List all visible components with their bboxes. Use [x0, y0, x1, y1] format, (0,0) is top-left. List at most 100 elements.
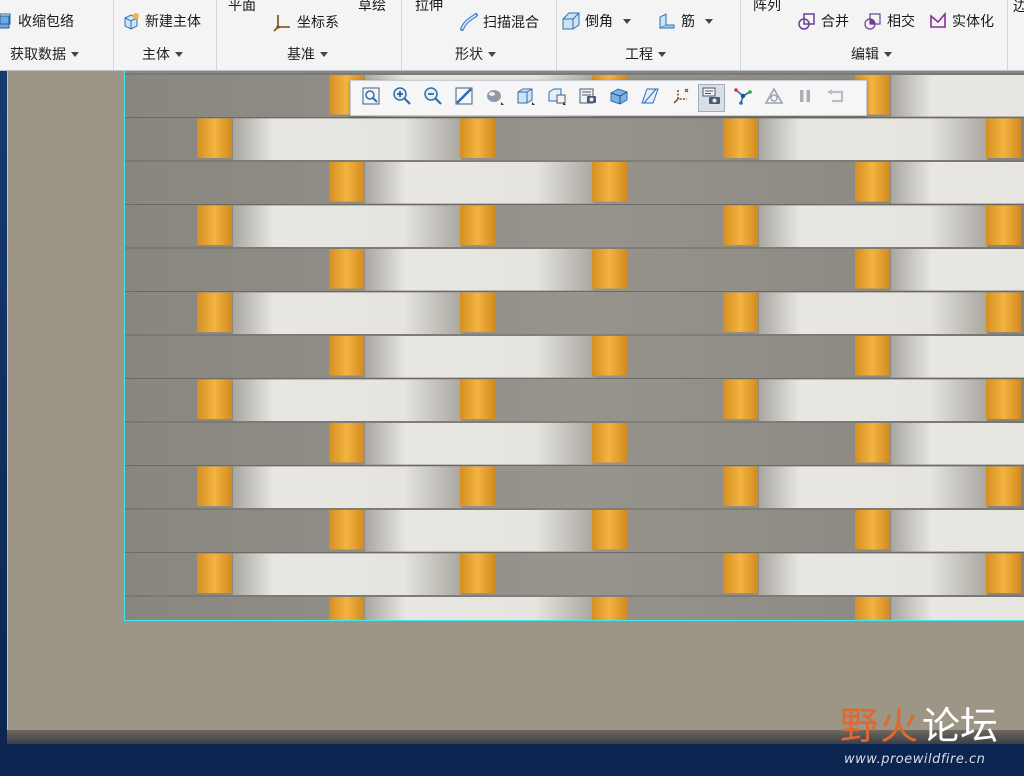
swept-blend-label: 扫描混合: [483, 15, 539, 31]
warp-band: [460, 292, 495, 332]
group-label-body[interactable]: 主体: [142, 44, 183, 64]
csys-display-icon: [671, 86, 691, 110]
model-frame: [7, 71, 1024, 730]
rib-label: 筋: [681, 14, 695, 30]
group-datum: 平面 坐标系 草绘 基准: [217, 0, 401, 70]
plane-button[interactable]: 平面: [228, 0, 256, 15]
group-label-engineering[interactable]: 工程: [625, 44, 666, 64]
rib-icon: [657, 11, 677, 31]
warp-band: [329, 249, 364, 289]
extrude-button[interactable]: 拉伸: [415, 0, 443, 15]
regenerate-button[interactable]: [822, 84, 849, 112]
annotation-display-icon: [701, 86, 723, 110]
sketch-button[interactable]: 草绘: [358, 0, 386, 15]
warp-band: [197, 553, 232, 593]
warp-band: [723, 205, 758, 245]
light-strand: [891, 597, 1024, 620]
light-strand: [233, 553, 461, 595]
pause-icon: [795, 86, 815, 110]
intersect-button[interactable]: 相交: [863, 9, 915, 33]
pattern-button[interactable]: 阵列: [753, 0, 781, 15]
plane-display-button[interactable]: [636, 84, 663, 112]
merge-button[interactable]: 合并: [797, 9, 849, 33]
new-body-label: 新建主体: [145, 14, 201, 30]
annotation-display-button[interactable]: [698, 84, 725, 112]
swept-blend-button[interactable]: 扫描混合: [459, 10, 539, 34]
zoom-out-icon: [423, 86, 443, 110]
chevron-down-icon: [320, 52, 328, 57]
plane-display-icon: [640, 86, 660, 110]
new-body-icon: [121, 11, 141, 31]
intersect-icon: [863, 11, 883, 31]
pause-button[interactable]: [791, 84, 818, 112]
chevron-down-icon[interactable]: [705, 18, 713, 24]
group-label-get-data[interactable]: 获取数据: [10, 44, 79, 64]
new-body-button[interactable]: 新建主体: [121, 9, 201, 33]
warp-band: [723, 553, 758, 593]
warp-band: [329, 162, 364, 202]
warp-band: [855, 597, 890, 620]
refit-button[interactable]: [357, 84, 384, 112]
light-strand: [759, 379, 987, 421]
woven-model[interactable]: [124, 71, 1024, 621]
warp-band: [592, 162, 627, 202]
light-strand: [365, 249, 593, 291]
light-strand: [365, 336, 593, 378]
light-strand: [365, 597, 593, 620]
perspective-icon: [484, 86, 506, 110]
section-button[interactable]: [605, 84, 632, 112]
merge-icon: [797, 11, 817, 31]
warp-band: [460, 118, 495, 158]
rib-button[interactable]: 筋: [657, 9, 713, 33]
ribbon-toolbar: 收缩包络 获取数据 新建主体 主体 平面 坐标系 草绘 基准 拉伸 扫描混合 形…: [0, 0, 1024, 71]
surfaces-group-cut[interactable]: 边: [1013, 0, 1024, 16]
zoom-out-button[interactable]: [419, 84, 446, 112]
group-engineering: 倒角 筋 工程: [557, 0, 740, 70]
graphics-window[interactable]: 野火 论坛 www.proewildfire.cn: [0, 71, 1024, 776]
coordinate-system-button[interactable]: 坐标系: [273, 10, 339, 34]
warp-band: [986, 205, 1021, 245]
spin-center-icon: [733, 86, 753, 110]
warp-band: [592, 249, 627, 289]
datum-display-button[interactable]: [760, 84, 787, 112]
datum-display-icon: [764, 86, 784, 110]
zoom-in-button[interactable]: [388, 84, 415, 112]
chevron-down-icon[interactable]: [623, 18, 631, 24]
warp-band: [329, 336, 364, 376]
warp-band: [592, 336, 627, 376]
group-label-text: 获取数据: [10, 47, 66, 63]
spin-center-button[interactable]: [729, 84, 756, 112]
light-strand: [759, 292, 987, 334]
view-manager-button[interactable]: [574, 84, 601, 112]
graphics-toolbar: [350, 80, 867, 116]
group-label-shapes[interactable]: 形状: [455, 44, 496, 64]
saved-orientations-button[interactable]: [543, 84, 570, 112]
perspective-button[interactable]: [481, 84, 508, 112]
group-label-datum[interactable]: 基准: [287, 44, 328, 64]
chamfer-button[interactable]: 倒角: [561, 9, 631, 33]
light-strand: [233, 292, 461, 334]
warp-band: [723, 292, 758, 332]
warp-band: [986, 292, 1021, 332]
warp-band: [329, 423, 364, 463]
light-strand: [233, 205, 461, 247]
warp-band: [986, 118, 1021, 158]
group-label-editing[interactable]: 编辑: [851, 44, 892, 64]
warp-band: [855, 336, 890, 376]
light-strand: [891, 162, 1024, 204]
warp-band: [197, 292, 232, 332]
solidify-button[interactable]: 实体化: [928, 9, 994, 33]
group-shapes: 拉伸 扫描混合 形状: [402, 0, 556, 70]
display-style-button[interactable]: [512, 84, 539, 112]
chevron-down-icon: [175, 52, 183, 57]
csys-display-button[interactable]: [667, 84, 694, 112]
light-strand: [759, 553, 987, 595]
group-get-data: 收缩包络 获取数据: [0, 0, 113, 70]
chevron-down-icon: [884, 52, 892, 57]
chevron-down-icon: [658, 52, 666, 57]
warp-band: [197, 205, 232, 245]
regenerate-icon: [825, 86, 847, 110]
shrinkwrap-button[interactable]: 收缩包络: [0, 9, 74, 33]
group-label-text: 编辑: [851, 47, 879, 63]
repaint-button[interactable]: [450, 84, 477, 112]
